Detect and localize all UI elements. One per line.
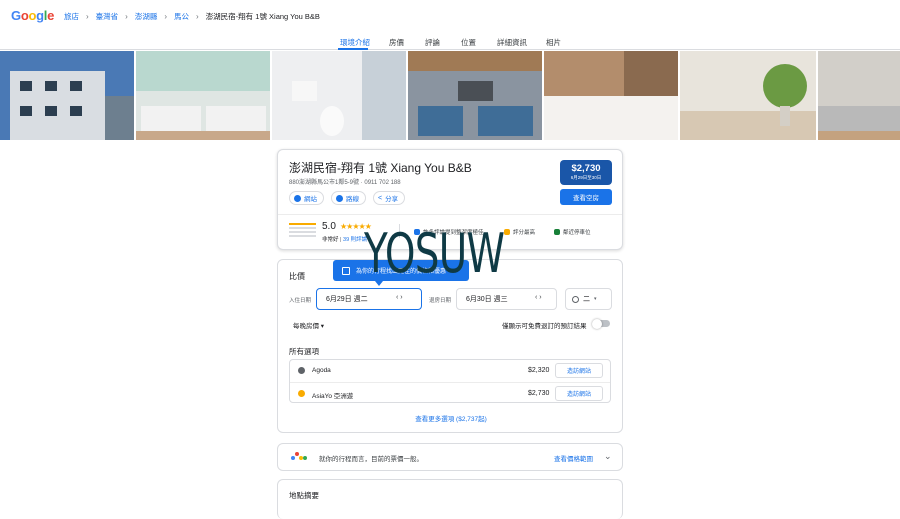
price-dates: 6月29日至30日 — [570, 175, 602, 180]
location-summary-card: 地點摘要 — [277, 479, 623, 519]
checkin-label: 入住日期 — [289, 298, 312, 304]
price-range-link[interactable]: 查看價格範圍 — [554, 453, 593, 463]
logo-letter: G — [11, 8, 21, 23]
hotel-photo[interactable] — [544, 51, 678, 140]
google-logo[interactable]: Google — [11, 8, 54, 23]
photo-strip — [0, 51, 900, 140]
directions-button[interactable]: 路線 — [331, 191, 366, 205]
active-tab-indicator — [338, 48, 368, 50]
tab-overview[interactable]: 環境介紹 — [340, 37, 370, 48]
breadcrumb-item[interactable]: 旅店 — [64, 11, 79, 22]
person-icon — [572, 295, 579, 303]
directions-label: 路線 — [346, 196, 359, 203]
share-icon: < — [378, 194, 383, 202]
rating-distribution — [289, 223, 316, 241]
guests-value: 二 — [583, 296, 590, 303]
per-night-dropdown[interactable]: 每晚房價 ▾ — [293, 320, 324, 330]
watermark-text: YOSUW — [364, 222, 505, 285]
provider-price: $2,730 — [528, 390, 550, 397]
provider-name: AsiaYo 亞洲遊 — [312, 393, 354, 400]
tab-location[interactable]: 位置 — [461, 37, 476, 48]
tab-reviews[interactable]: 評論 — [425, 37, 440, 48]
logo-letter: g — [36, 8, 44, 23]
breadcrumb-item[interactable]: 臺灣省 — [96, 11, 119, 22]
breadcrumb-separator-icon: › — [86, 12, 89, 21]
provider-name: Agoda — [312, 367, 331, 374]
location-title: 地點摘要 — [289, 491, 319, 500]
breadcrumb-item[interactable]: 澎湖縣 — [135, 11, 158, 22]
calendar-icon — [342, 266, 350, 275]
amenity-label: 評分最高 — [513, 230, 536, 236]
all-options-heading: 所有選項 — [289, 347, 319, 356]
price-insight-icon — [291, 452, 307, 464]
chevron-down-icon: ▾ — [594, 296, 597, 302]
price-badge[interactable]: $2,730 6月29日至30日 — [560, 160, 612, 185]
booking-options-list: Agoda $2,320 造訪網站 AsiaYo 亞洲遊 $2,730 造訪網站 — [289, 359, 611, 403]
check-availability-button[interactable]: 查看空房 — [560, 189, 612, 205]
checkout-label: 退房日期 — [429, 298, 452, 304]
breadcrumb-item[interactable]: 馬公 — [174, 11, 189, 22]
section-tabs: 環境介紹 房價 評論 位置 詳細資訊 相片 — [0, 32, 900, 50]
agoda-logo-icon — [298, 367, 305, 374]
list-item[interactable]: AsiaYo 亞洲遊 $2,730 造訪網站 — [290, 382, 610, 404]
share-button[interactable]: < 分享 — [373, 191, 406, 205]
hotel-photo[interactable] — [0, 51, 134, 140]
visit-site-button[interactable]: 造訪網站 — [555, 386, 603, 401]
hotel-photo[interactable] — [136, 51, 270, 140]
breadcrumb-separator-icon: › — [125, 12, 128, 21]
compare-prices-card: 比價 為你的行程找出更佳的價格和優惠 入住日期 6月29日 週二 ‹ › 退房日… — [277, 259, 623, 433]
list-item[interactable]: Agoda $2,320 造訪網站 — [290, 360, 610, 382]
checkin-nav-arrows-icon[interactable]: ‹ › — [396, 294, 403, 301]
price-value: $2,730 — [571, 163, 601, 174]
amenity-parking: 鄰近停車位 — [554, 228, 591, 236]
provider-price: $2,320 — [528, 367, 550, 374]
globe-icon — [294, 194, 301, 202]
logo-letter: e — [47, 8, 55, 23]
hotel-photo[interactable] — [818, 51, 900, 140]
free-cancel-label: 僅顯示可免費退訂的預訂結果 — [502, 323, 587, 330]
directions-icon — [336, 194, 343, 202]
chevron-down-icon[interactable]: ⌄ — [604, 451, 612, 462]
amenity-label: 鄰近停車位 — [563, 230, 591, 236]
tab-photos[interactable]: 相片 — [546, 37, 561, 48]
guests-selector[interactable]: 二 ▾ — [565, 288, 612, 310]
share-label: 分享 — [385, 196, 399, 203]
checkout-nav-arrows-icon[interactable]: ‹ › — [535, 294, 542, 301]
hotel-photo[interactable] — [680, 51, 816, 140]
rating-score: 5.0 — [322, 221, 336, 232]
logo-letter: o — [28, 8, 37, 23]
hotel-photo[interactable] — [272, 51, 406, 140]
website-button[interactable]: 網站 — [289, 191, 324, 205]
hotel-photo[interactable] — [408, 51, 542, 140]
hotel-title: 澎湖民宿-翔有 1號 Xiang You B&B — [289, 161, 472, 175]
tab-details[interactable]: 詳細資訊 — [497, 37, 527, 48]
rating-text: 非常好 — [322, 237, 339, 243]
more-options-link[interactable]: 查看更多選項 ($2,737起) — [278, 413, 624, 423]
checkin-date-field[interactable]: 6月29日 週二 — [316, 288, 422, 310]
visit-site-button[interactable]: 造訪網站 — [555, 363, 603, 378]
breadcrumb-current: 澎湖民宿-翔有 1號 Xiang You B&B — [205, 12, 320, 21]
price-insight-card[interactable]: 就你的行程而言，目前的票價一般。 查看價格範圍 ⌄ — [277, 443, 623, 471]
compare-title: 比價 — [289, 272, 305, 281]
top-bar: Google 旅店 › 臺灣省 › 澎湖縣 › 馬公 › 澎湖民宿-翔有 1號 … — [0, 0, 900, 32]
price-insight-text: 就你的行程而言，目前的票價一般。 — [319, 456, 423, 463]
checkin-value: 6月29日 週二 — [326, 296, 368, 303]
hotel-address[interactable]: 880澎湖縣馬公市1鄰5-9號 · 0911 702 188 — [289, 177, 401, 186]
asiayo-logo-icon — [298, 390, 305, 397]
checkout-value: 6月30日 週三 — [466, 296, 508, 303]
website-label: 網站 — [304, 196, 317, 203]
rating-label: 非常好 | 39 則評論 — [322, 237, 368, 243]
amenity-top-rated: 評分最高 — [504, 228, 535, 236]
trophy-icon — [504, 229, 510, 235]
free-cancel-toggle[interactable] — [592, 318, 610, 329]
breadcrumb-separator-icon: › — [164, 12, 168, 21]
tab-prices[interactable]: 房價 — [389, 37, 404, 48]
breadcrumb-separator-icon: › — [196, 12, 199, 21]
breadcrumb: 旅店 › 臺灣省 › 澎湖縣 › 馬公 › 澎湖民宿-翔有 1號 Xiang Y… — [64, 11, 320, 22]
divider — [278, 214, 622, 215]
parking-icon — [554, 229, 560, 235]
